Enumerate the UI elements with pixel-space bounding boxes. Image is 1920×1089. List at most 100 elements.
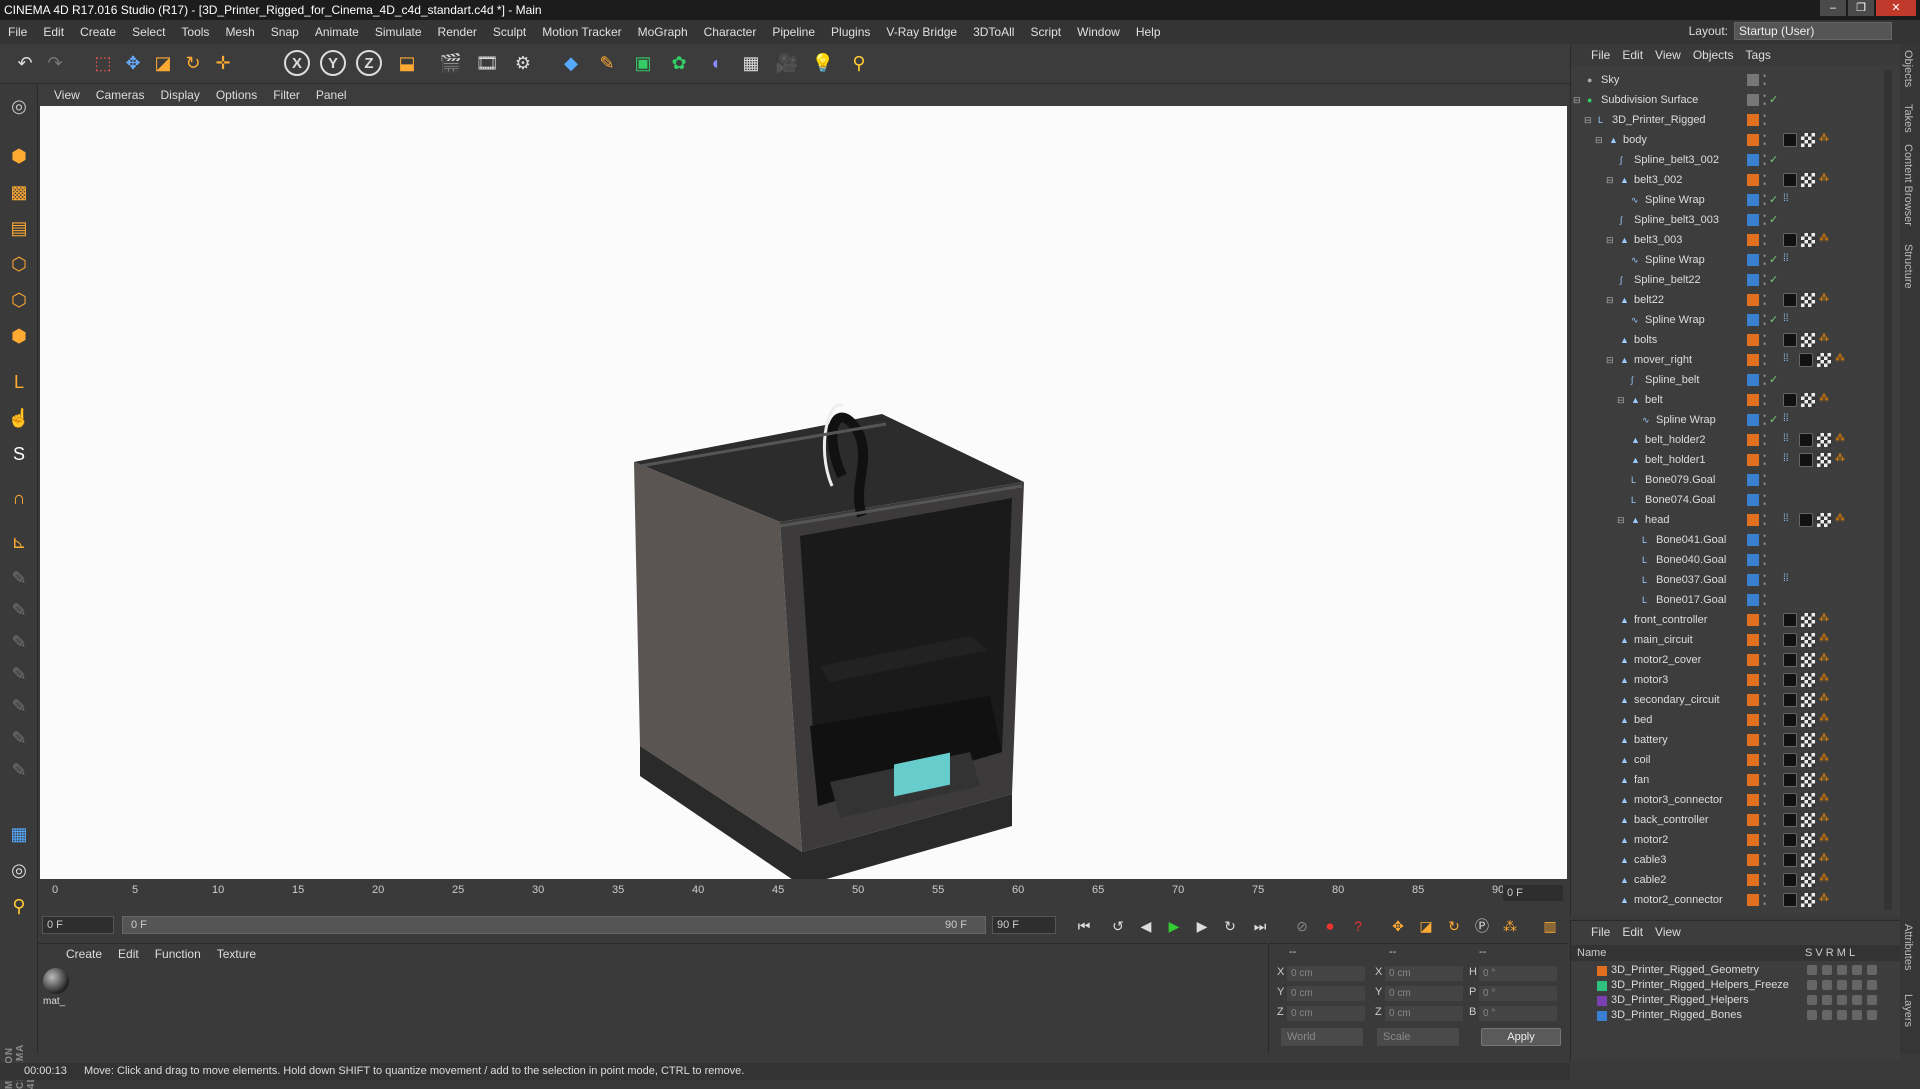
visibility-dots-icon[interactable]: • •	[1763, 792, 1766, 809]
coord-field[interactable]: 0 cm	[1385, 966, 1463, 981]
layer-flag-toggle[interactable]	[1822, 1010, 1832, 1020]
object-name[interactable]: Bone041.Goal	[1656, 530, 1726, 550]
expand-toggle-icon[interactable]: ⊟	[1606, 235, 1616, 245]
side-tab-attributes[interactable]: Attributes	[1902, 924, 1914, 970]
visibility-dots-icon[interactable]: • •	[1763, 332, 1766, 349]
expand-toggle-icon[interactable]: ⊟	[1573, 95, 1583, 105]
object-row[interactable]: ▲ motor3_connector • • ⁂	[1571, 790, 1881, 810]
redo-icon[interactable]: ↷	[40, 48, 70, 78]
object-row[interactable]: ∿ Spline Wrap • • ✓ ⁞⁞	[1571, 190, 1881, 210]
material-tag-icon[interactable]	[1783, 873, 1797, 887]
layer-color-swatch[interactable]	[1747, 354, 1759, 366]
visibility-dots-icon[interactable]: • •	[1763, 732, 1766, 749]
object-row[interactable]: L Bone017.Goal • •	[1571, 590, 1881, 610]
layer-row[interactable]: 3D_Printer_Rigged_Geometry	[1571, 963, 1881, 978]
soft-selection-icon[interactable]: ◎	[3, 854, 35, 886]
tag-dots-icon[interactable]: ⁞⁞	[1783, 513, 1795, 525]
uvw-tag-icon[interactable]	[1801, 173, 1815, 187]
cloner-icon[interactable]: ✿	[664, 48, 694, 78]
object-row[interactable]: ∫ Spline_belt • • ✓	[1571, 370, 1881, 390]
record-icon[interactable]: ⏺	[1318, 914, 1342, 938]
material-tag-icon[interactable]	[1783, 713, 1797, 727]
layer-flag-toggle[interactable]	[1867, 965, 1877, 975]
object-menu-objects[interactable]: Objects	[1687, 48, 1740, 62]
visibility-dots-icon[interactable]: • •	[1763, 612, 1766, 629]
menu-select[interactable]: Select	[124, 25, 173, 39]
object-tree[interactable]: ● Sky • • ⊟ ● Subdivision Surface • • ✓ ⊟ L 3D_Print…	[1571, 70, 1901, 910]
layer-color-swatch[interactable]	[1747, 854, 1759, 866]
object-row[interactable]: ▲ front_controller • • ⁂	[1571, 610, 1881, 630]
layer-flag-toggle[interactable]	[1867, 995, 1877, 1005]
viewport-menu-view[interactable]: View	[46, 88, 88, 102]
layer-flag-toggle[interactable]	[1867, 1010, 1877, 1020]
visibility-dots-icon[interactable]: • •	[1763, 452, 1766, 469]
material-tag-icon[interactable]	[1783, 393, 1797, 407]
object-name[interactable]: battery	[1634, 730, 1668, 750]
object-name[interactable]: belt_holder2	[1645, 430, 1706, 450]
phong-tag-icon[interactable]: ⁂	[1819, 673, 1831, 685]
object-row[interactable]: ⊟ ● Subdivision Surface • • ✓	[1571, 90, 1881, 110]
visibility-dots-icon[interactable]: • •	[1763, 432, 1766, 449]
menu-pipeline[interactable]: Pipeline	[764, 25, 823, 39]
uvw-tag-icon[interactable]	[1801, 893, 1815, 907]
visibility-dots-icon[interactable]: • •	[1763, 312, 1766, 329]
coord-field[interactable]: 0 °	[1479, 966, 1557, 981]
layer-color-swatch[interactable]	[1747, 594, 1759, 606]
layer-color-swatch[interactable]	[1747, 114, 1759, 126]
tag-dots-icon[interactable]: ⁞⁞	[1783, 353, 1795, 365]
go-to-start-icon[interactable]: ⏮	[1072, 914, 1096, 938]
object-name[interactable]: Bone040.Goal	[1656, 550, 1726, 570]
layer-color-swatch[interactable]	[1747, 414, 1759, 426]
visibility-dots-icon[interactable]: • •	[1763, 212, 1766, 229]
object-name[interactable]: belt_holder1	[1645, 450, 1706, 470]
material-tag-icon[interactable]	[1783, 233, 1797, 247]
uvw-tag-icon[interactable]	[1801, 793, 1815, 807]
uvw-tag-icon[interactable]	[1801, 133, 1815, 147]
start-frame-field[interactable]: 0 F	[42, 916, 114, 934]
menu-animate[interactable]: Animate	[307, 25, 367, 39]
material-tag-icon[interactable]	[1799, 513, 1813, 527]
layer-flag-toggle[interactable]	[1867, 980, 1877, 990]
python-icon[interactable]: ⚲	[844, 48, 874, 78]
phong-tag-icon[interactable]: ⁂	[1835, 513, 1847, 525]
layer-flag-toggle[interactable]	[1807, 1010, 1817, 1020]
object-name[interactable]: bolts	[1634, 330, 1657, 350]
visibility-dots-icon[interactable]: • •	[1763, 172, 1766, 189]
layer-color-swatch[interactable]	[1747, 754, 1759, 766]
render-view-icon[interactable]: 🎬	[436, 48, 466, 78]
auto-key-icon[interactable]: ?	[1346, 914, 1370, 938]
magnet-icon[interactable]: ∩	[3, 482, 35, 514]
visibility-dots-icon[interactable]: • •	[1763, 652, 1766, 669]
viewport[interactable]	[40, 106, 1567, 879]
layer-color-swatch[interactable]	[1747, 514, 1759, 526]
object-name[interactable]: motor2_connector	[1634, 890, 1723, 910]
layer-color-swatch[interactable]	[1747, 434, 1759, 446]
layout-selector[interactable]: Layout: Startup (User)	[1689, 22, 1892, 40]
coord-field[interactable]: 0 cm	[1287, 966, 1365, 981]
deformer-icon[interactable]: ◖	[700, 48, 730, 78]
expand-toggle-icon[interactable]: ⊟	[1606, 295, 1616, 305]
object-name[interactable]: Spline Wrap	[1645, 250, 1705, 270]
render-settings-icon[interactable]: ⚙	[508, 48, 538, 78]
object-name[interactable]: secondary_circuit	[1634, 690, 1720, 710]
object-name[interactable]: Bone017.Goal	[1656, 590, 1726, 610]
object-row[interactable]: ⊟ ▲ belt3_002 • • ⁂	[1571, 170, 1881, 190]
layer-flag-toggle[interactable]	[1807, 995, 1817, 1005]
pen-spline-icon[interactable]: ✎	[592, 48, 622, 78]
layer-color-swatch[interactable]	[1747, 74, 1759, 86]
enabled-check-icon[interactable]: ✓	[1769, 370, 1778, 390]
object-row[interactable]: L Bone074.Goal • •	[1571, 490, 1881, 510]
timeline-ruler[interactable]: 0 5 10 15 20 25 30 35 40 45 50 55 60 65 70 75 80 85 90	[52, 884, 1504, 906]
layer-color[interactable]	[1597, 981, 1607, 991]
menu-plugins[interactable]: Plugins	[823, 25, 878, 39]
layer-flag-toggle[interactable]	[1852, 980, 1862, 990]
model-mode-icon[interactable]: ⬢	[3, 140, 35, 172]
menu-motion-tracker[interactable]: Motion Tracker	[534, 25, 629, 39]
uvw-tag-icon[interactable]	[1801, 693, 1815, 707]
object-name[interactable]: head	[1645, 510, 1669, 530]
layer-color-swatch[interactable]	[1747, 254, 1759, 266]
material-tag-icon[interactable]	[1783, 893, 1797, 907]
layer-color-swatch[interactable]	[1747, 294, 1759, 306]
menu-window[interactable]: Window	[1069, 25, 1128, 39]
coord-field[interactable]: 0 cm	[1385, 986, 1463, 1001]
